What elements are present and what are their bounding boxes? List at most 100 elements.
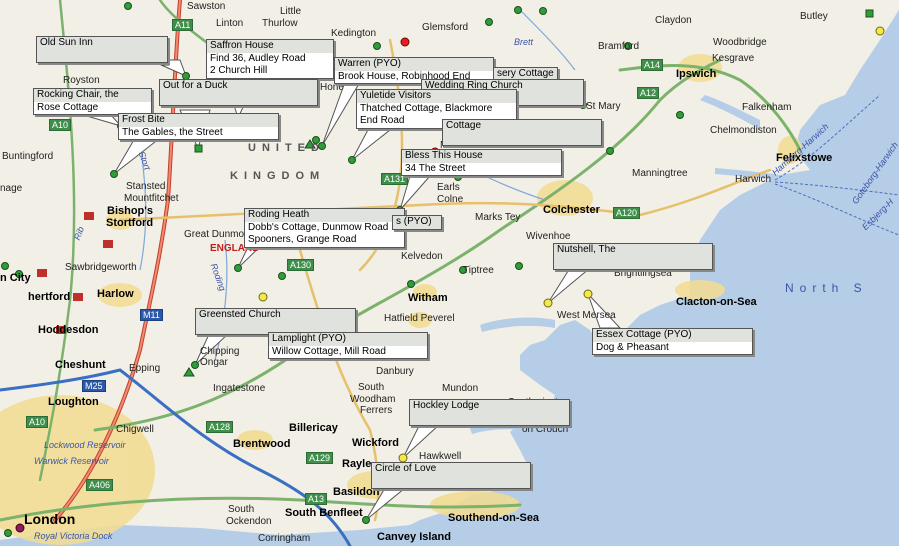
popup-detail: 2 Church Hill	[210, 65, 268, 76]
road-shield: A130	[287, 259, 315, 271]
popup-title: Hockley Lodge	[410, 400, 569, 413]
popup-title: Roding Heath	[245, 209, 404, 222]
popup-detail: Thatched Cottage, Blackmore	[360, 102, 493, 114]
town-label: Ingatestone	[213, 383, 266, 394]
town-label: Hatfield Peverel	[384, 313, 455, 324]
popup-title: Frost Bite	[119, 114, 278, 127]
marker-green	[1, 262, 9, 270]
town-label: West Mersea	[557, 310, 616, 321]
popup-title: Essex Cottage (PYO)	[593, 329, 752, 342]
town-label: Hawkwell	[419, 451, 462, 462]
town-label: on Crouch	[522, 424, 569, 435]
location-popup[interactable]: Greensted Church	[195, 308, 356, 335]
town-label: hertford	[28, 291, 71, 303]
popup-detail: The Gables, the Street	[122, 126, 223, 138]
marker-green	[407, 280, 415, 288]
town-label: Chelmondiston	[710, 125, 777, 136]
town-label: St Mary	[586, 101, 621, 112]
location-popup[interactable]: Nutshell, The	[553, 243, 713, 270]
marker-green	[515, 262, 523, 270]
road-shield: A120	[613, 207, 641, 219]
location-popup[interactable]: Frost Bite The Gables, the Street	[118, 113, 279, 140]
road-shield: M25	[82, 380, 106, 392]
popup-title: Bless This House	[402, 150, 561, 163]
marker-green	[362, 516, 370, 524]
marker-green	[606, 147, 614, 155]
town-label: Little	[280, 6, 302, 17]
town-label: Hoddesdon	[38, 324, 99, 336]
marker-square	[865, 9, 874, 18]
marker-green	[373, 42, 381, 50]
town-label: Epping	[129, 363, 161, 374]
town-label: Woodham	[350, 394, 396, 405]
location-popup[interactable]: Lamplight (PYO) Willow Cottage, Mill Road	[268, 332, 428, 359]
location-popup[interactable]: Old Sun Inn	[36, 36, 168, 63]
location-popup[interactable]: s (PYO)	[392, 215, 442, 230]
town-label: Claydon	[655, 15, 692, 26]
town-label: Linton	[216, 18, 244, 29]
marker-purple	[15, 523, 25, 533]
town-label: Woodbridge	[713, 37, 767, 48]
town-label: Sawston	[187, 1, 226, 12]
marker-yellow	[875, 26, 885, 36]
road-shield: A10	[49, 119, 72, 131]
town-label: KINGDOM	[230, 170, 326, 182]
popup-title: Cottage	[443, 120, 601, 133]
pub-icon	[37, 269, 47, 277]
town-label: Cheshunt	[55, 359, 106, 371]
popup-title: Yuletide Visitors	[357, 90, 516, 103]
town-label: Brentwood	[233, 438, 291, 450]
town-label: Southend-on-Sea	[448, 512, 540, 524]
popup-title: s (PYO)	[393, 216, 441, 229]
town-label: Warwick Reservoir	[34, 456, 109, 466]
town-label: UNITED	[248, 142, 325, 154]
popup-detail: Spooners, Grange Road	[248, 234, 357, 245]
town-label: Bishop's	[107, 205, 154, 217]
popup-title: Warren (PYO)	[335, 58, 493, 71]
popup-title: Old Sun Inn	[37, 37, 167, 50]
location-popup[interactable]: Saffron House Find 36, Audley Road 2 Churc…	[206, 39, 334, 79]
town-label: Glemsford	[422, 22, 469, 33]
town-label: Kedington	[331, 28, 377, 39]
town-label: Corringham	[258, 533, 311, 544]
town-label: Buntingford	[2, 151, 54, 162]
location-popup[interactable]: Bless This House 34 The Street	[401, 149, 562, 176]
town-label: Lockwood Reservoir	[44, 440, 126, 450]
popup-title: Saffron House	[207, 40, 333, 53]
town-label: Tiptree	[463, 265, 494, 276]
popup-detail	[160, 92, 317, 105]
popup-detail: Dobb's Cottage, Dunmow Road	[248, 221, 389, 233]
location-popup[interactable]: Cottage	[442, 119, 602, 146]
town-label: Manningtree	[632, 168, 688, 179]
popup-title: Lamplight (PYO)	[269, 333, 427, 346]
town-label: Ongar	[200, 357, 228, 368]
town-label: Brightlingsea	[614, 268, 672, 279]
marker-green	[485, 18, 493, 26]
location-popup[interactable]: Out for a Duck	[159, 79, 318, 106]
marker-square	[194, 144, 203, 153]
town-label: n City	[0, 272, 31, 284]
location-popup[interactable]: Circle of Love	[371, 462, 531, 489]
town-label: Mountfitchet	[124, 193, 179, 204]
town-label: Brett	[514, 37, 534, 47]
popup-title: Out for a Duck	[160, 80, 317, 93]
road-shield: A13	[305, 493, 328, 505]
town-label: Clacton-on-Sea	[676, 296, 757, 308]
location-popup[interactable]: Rocking Chair, the Rose Cottage	[33, 88, 152, 115]
popup-detail	[443, 132, 601, 145]
town-label: London	[24, 511, 76, 527]
location-popup[interactable]: Essex Cottage (PYO) Dog & Pheasant	[592, 328, 753, 355]
road-shield: A129	[306, 452, 334, 464]
location-popup[interactable]: Roding Heath Dobb's Cottage, Dunmow Road S…	[244, 208, 405, 248]
town-label: Falkenham	[742, 102, 792, 113]
marker-green	[234, 264, 242, 272]
location-popup[interactable]: Hockley Lodge	[409, 399, 570, 426]
popup-title: Circle of Love	[372, 463, 530, 476]
popup-detail	[554, 256, 712, 269]
marker-yellow	[583, 289, 593, 299]
town-label: South	[228, 504, 255, 515]
town-label: Colne	[437, 194, 464, 205]
road-shield: A14	[641, 59, 664, 71]
marker-yellow	[543, 298, 553, 308]
town-label: South	[358, 382, 385, 393]
